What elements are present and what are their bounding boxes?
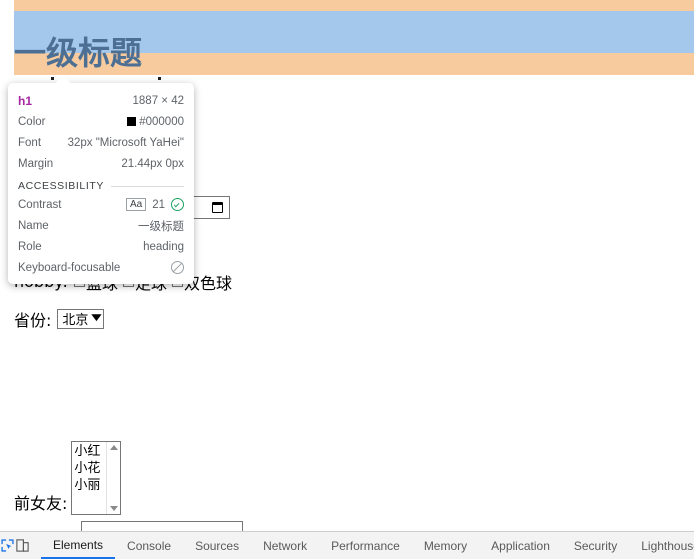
tooltip-row-color: Color #000000 xyxy=(8,111,194,132)
province-select[interactable]: 北京 ▼ xyxy=(57,308,105,329)
scroll-down-icon[interactable] xyxy=(109,506,118,511)
tab-application[interactable]: Application xyxy=(479,532,562,559)
tab-console[interactable]: Console xyxy=(115,532,183,559)
devtools-toolbar: Elements Console Sources Network Perform… xyxy=(0,531,694,559)
page-title: 一级标题 xyxy=(14,34,143,73)
tooltip-header-row: h1 1887 × 42 xyxy=(8,90,194,111)
tooltip-anchor-dot xyxy=(158,77,161,80)
tooltip-keyboard-focusable-value xyxy=(171,261,184,274)
tooltip-row-keyboard-focusable: Keyboard-focusable xyxy=(8,257,194,278)
listbox-scrollbar[interactable] xyxy=(106,442,121,514)
tab-performance[interactable]: Performance xyxy=(319,532,412,559)
form-row-province: 省份: 北京 ▼ xyxy=(14,300,674,337)
tooltip-contrast-value-wrap: Aa 21 xyxy=(125,198,184,211)
tooltip-name-key: Name xyxy=(18,219,49,232)
device-toolbar-icon[interactable] xyxy=(15,533,30,559)
tooltip-dimensions: 1887 × 42 xyxy=(132,94,184,107)
province-label: 省份: xyxy=(14,310,52,330)
tab-lighthouse[interactable]: Lighthouse xyxy=(629,532,694,559)
tooltip-color-value-wrap: #000000 xyxy=(127,116,184,128)
tab-elements[interactable]: Elements xyxy=(41,532,116,559)
list-item[interactable]: 小红 xyxy=(74,443,106,460)
tooltip-margin-value: 21.44px 0px xyxy=(121,157,184,170)
element-inspector-tooltip: h1 1887 × 42 Color #000000 Font 32px "Mi… xyxy=(8,76,194,284)
tooltip-row-margin: Margin 21.44px 0px xyxy=(8,153,194,174)
tooltip-row-font: Font 32px "Microsoft YaHei" xyxy=(8,132,194,153)
tooltip-contrast-key: Contrast xyxy=(18,198,62,211)
tooltip-tag-name: h1 xyxy=(18,93,33,108)
exgirlfriend-listbox[interactable]: 小红 小花 小丽 xyxy=(71,441,122,515)
page-scroll-artifact xyxy=(81,521,243,531)
tab-sources[interactable]: Sources xyxy=(183,532,251,559)
tooltip-section-title: Accessibility xyxy=(18,180,104,192)
tab-memory[interactable]: Memory xyxy=(412,532,479,559)
tab-network[interactable]: Network xyxy=(251,532,319,559)
tooltip-row-name: Name 一级标题 xyxy=(8,215,194,236)
tooltip-anchor-dot xyxy=(51,77,54,80)
tooltip-row-role: Role heading xyxy=(8,236,194,257)
tooltip-contrast-ratio: 21 xyxy=(152,198,165,211)
calendar-icon[interactable] xyxy=(212,202,224,213)
tooltip-font-value: 32px "Microsoft YaHei" xyxy=(67,136,184,149)
not-allowed-icon xyxy=(171,261,184,274)
color-swatch-icon xyxy=(127,117,137,126)
form-row-exgirlfriend: 前女友: 小红 小花 小丽 xyxy=(14,433,122,515)
tab-security[interactable]: Security xyxy=(562,532,629,559)
tooltip-role-key: Role xyxy=(18,240,42,253)
tooltip-color-value: #000000 xyxy=(139,115,184,128)
province-selected-value: 北京 xyxy=(62,313,89,328)
contrast-sample-badge: Aa xyxy=(125,198,147,211)
scroll-up-icon[interactable] xyxy=(109,445,118,450)
list-item[interactable]: 小花 xyxy=(74,460,106,477)
inspect-element-icon[interactable] xyxy=(0,533,15,559)
divider xyxy=(111,185,184,187)
check-circle-icon xyxy=(171,198,184,211)
tooltip-keyboard-focusable-key: Keyboard-focusable xyxy=(18,261,121,274)
tooltip-name-value: 一级标题 xyxy=(138,218,184,233)
list-item[interactable]: 小丽 xyxy=(74,477,106,494)
tooltip-role-value: heading xyxy=(143,240,184,253)
tooltip-margin-key: Margin xyxy=(18,157,54,170)
exgirlfriend-label: 前女友: xyxy=(14,494,68,513)
tooltip-font-key: Font xyxy=(18,136,42,149)
tooltip-color-key: Color xyxy=(18,115,46,128)
tooltip-row-contrast: Contrast Aa 21 xyxy=(8,194,194,215)
chevron-down-icon[interactable]: ▼ xyxy=(92,314,102,323)
tooltip-accessibility-section-header: Accessibility xyxy=(8,174,194,194)
exgirlfriend-options: 小红 小花 小丽 xyxy=(72,442,106,514)
